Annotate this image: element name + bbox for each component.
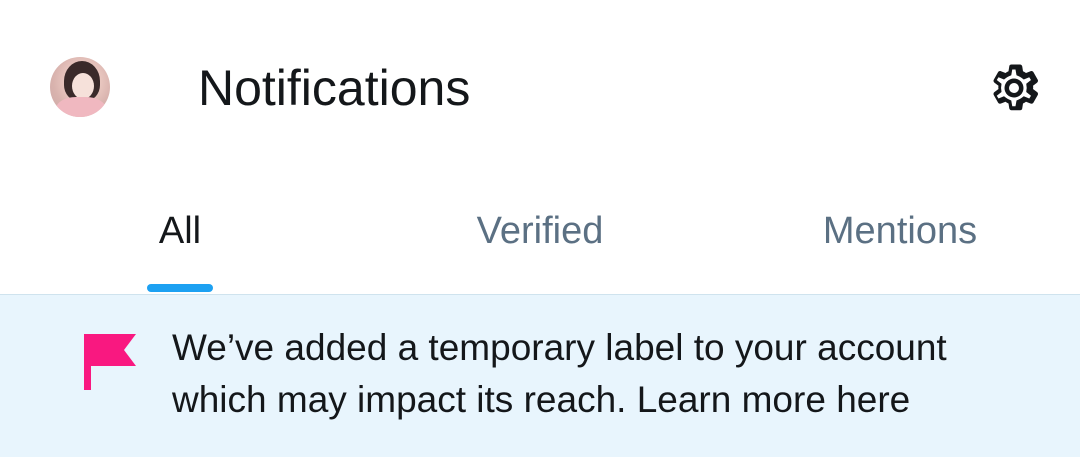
top-app-bar: Notifications <box>0 0 1080 175</box>
avatar-face <box>72 73 94 99</box>
page-title: Notifications <box>198 60 471 116</box>
tab-mentions-label: Mentions <box>822 210 978 252</box>
tab-verified-label: Verified <box>476 210 604 252</box>
tab-all-label: All <box>158 210 202 252</box>
gear-icon <box>993 64 1038 111</box>
notification-tabs: All Verified Mentions <box>0 175 1080 294</box>
tab-verified[interactable]: Verified <box>360 175 720 294</box>
flag-icon <box>84 334 138 390</box>
settings-button[interactable] <box>984 58 1044 118</box>
tab-all[interactable]: All <box>0 175 360 294</box>
profile-avatar[interactable] <box>50 57 110 117</box>
avatar-shirt <box>56 97 106 117</box>
active-tab-indicator <box>147 284 213 292</box>
tab-mentions[interactable]: Mentions <box>720 175 1080 294</box>
banner-message[interactable]: We’ve added a temporary label to your ac… <box>172 322 1032 426</box>
